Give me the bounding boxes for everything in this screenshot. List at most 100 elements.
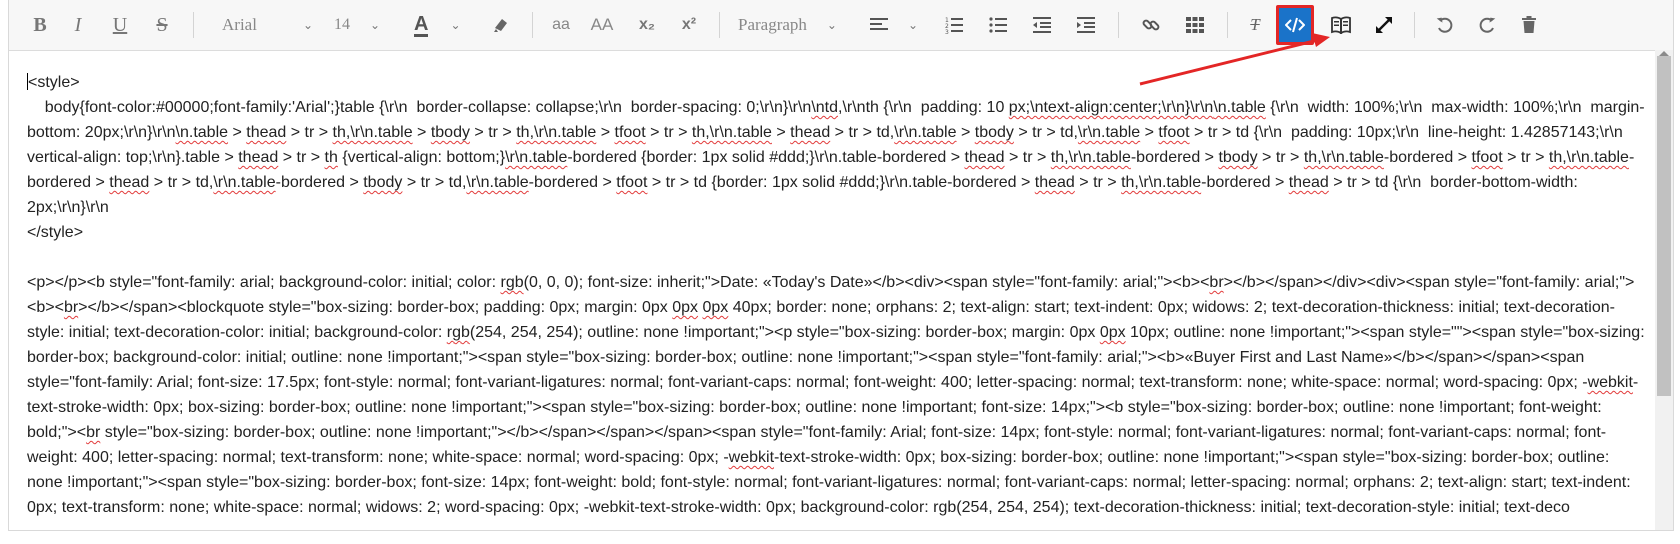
editor-toolbar: B I U S Arial ⌄ 14 ⌄ A ⌄ aa AA x₂ x² Par… bbox=[9, 0, 1673, 51]
table-icon bbox=[1186, 17, 1204, 33]
link-button[interactable] bbox=[1129, 7, 1173, 43]
toolbar-divider bbox=[532, 12, 533, 38]
code-text: (0, 0, 0); font-size: inherit;">Date: «T… bbox=[523, 274, 1210, 291]
rich-text-editor: B I U S Arial ⌄ 14 ⌄ A ⌄ aa AA x₂ x² Par… bbox=[8, 0, 1674, 531]
ordered-list-button[interactable]: 123 bbox=[932, 7, 976, 43]
chevron-down-icon: ⌄ bbox=[370, 18, 381, 32]
font-size-select[interactable]: 14 ⌄ bbox=[316, 7, 398, 43]
superscript-button[interactable]: x² bbox=[669, 7, 709, 43]
code-text: -bordered > bbox=[528, 174, 617, 191]
link-icon bbox=[1142, 19, 1160, 31]
spellcheck-word: thead bbox=[1034, 174, 1075, 191]
clear-format-icon: T bbox=[1250, 15, 1260, 34]
redo-icon bbox=[1479, 17, 1496, 33]
vertical-scrollbar[interactable] bbox=[1655, 50, 1673, 530]
outdent-button[interactable] bbox=[1020, 7, 1064, 43]
spellcheck-word: br bbox=[63, 299, 79, 316]
chevron-down-icon: ⌄ bbox=[302, 18, 313, 32]
spellcheck-word: th,\r\n.table bbox=[1548, 149, 1629, 166]
style-open-tag: <style> bbox=[27, 70, 1645, 95]
font-size-value: 14 bbox=[334, 16, 350, 33]
fullscreen-button[interactable] bbox=[1364, 7, 1404, 43]
spellcheck-word: 0px bbox=[1099, 324, 1126, 341]
italic-button[interactable]: I bbox=[57, 7, 99, 43]
spellcheck-word: th,\r\n.table bbox=[1303, 149, 1384, 166]
spellcheck-word: tfoot bbox=[616, 174, 648, 191]
code-text: body{font-color:#00000;font-family:'Aria… bbox=[27, 99, 812, 116]
code-text: > bbox=[228, 124, 247, 141]
spellcheck-word: rgb bbox=[446, 324, 470, 341]
font-color-button[interactable]: A ⌄ bbox=[398, 7, 480, 43]
spellcheck-word: tbody bbox=[363, 174, 403, 191]
spellcheck-word: br bbox=[1209, 274, 1224, 291]
code-view-button[interactable] bbox=[1276, 5, 1314, 45]
font-family-select[interactable]: Arial ⌄ bbox=[204, 7, 316, 43]
spellcheck-word: th,\r\n.table bbox=[516, 124, 597, 141]
spellcheck-word: br bbox=[86, 424, 101, 441]
spellcheck-word: \r\n.table bbox=[466, 174, 529, 191]
code-text: > tr > td, bbox=[1013, 124, 1078, 141]
table-button[interactable] bbox=[1173, 7, 1217, 43]
highlight-button[interactable] bbox=[480, 7, 522, 43]
code-text: -bordered > bbox=[1383, 149, 1472, 166]
code-text: > tr > bbox=[1257, 149, 1304, 166]
font-color-icon: A bbox=[414, 12, 429, 37]
font-family-value: Arial bbox=[222, 15, 257, 34]
spellcheck-word: thead bbox=[964, 149, 1005, 166]
code-view-content[interactable]: <style> body{font-color:#00000;font-fami… bbox=[27, 70, 1645, 530]
preview-button[interactable] bbox=[1318, 7, 1364, 43]
code-text: > bbox=[1140, 124, 1159, 141]
spellcheck-word: 0px bbox=[702, 299, 729, 316]
spellcheck-word: \n.table bbox=[1213, 99, 1266, 116]
code-text: -bordered > bbox=[1130, 149, 1219, 166]
spellcheck-word: rgb bbox=[500, 274, 524, 291]
uppercase-button[interactable]: AA bbox=[579, 7, 625, 43]
code-text: ,\r\nth {\r\n padding: 10 bbox=[838, 99, 1009, 116]
spellcheck-word: \r\n.table bbox=[894, 124, 957, 141]
outdent-icon bbox=[1033, 17, 1051, 33]
spellcheck-word: thead bbox=[238, 149, 279, 166]
code-text: > tr > bbox=[278, 149, 325, 166]
ordered-list-icon: 123 bbox=[945, 17, 963, 34]
code-text: <p></p><b style="font-family: arial; bac… bbox=[27, 274, 501, 291]
redo-button[interactable] bbox=[1465, 7, 1509, 43]
clear-format-button[interactable]: T bbox=[1238, 7, 1272, 43]
code-text: > bbox=[956, 124, 975, 141]
spellcheck-word: tfoot bbox=[1158, 124, 1190, 141]
chevron-down-icon: ⌄ bbox=[908, 18, 919, 32]
code-text: > bbox=[771, 124, 791, 141]
subscript-button[interactable]: x₂ bbox=[625, 7, 669, 43]
strikethrough-button[interactable]: S bbox=[141, 7, 183, 43]
spellcheck-word: thead bbox=[109, 174, 150, 191]
code-text: -bordered > bbox=[275, 174, 364, 191]
code-text: {vertical-align: bottom;} bbox=[337, 149, 506, 166]
delete-button[interactable] bbox=[1509, 7, 1549, 43]
code-text: > tr > bbox=[645, 124, 692, 141]
highlight-icon bbox=[494, 19, 507, 32]
code-text: > bbox=[596, 124, 615, 141]
scrollbar-thumb[interactable] bbox=[1657, 56, 1671, 396]
code-text: > tr > bbox=[1004, 149, 1051, 166]
toolbar-divider bbox=[719, 12, 720, 38]
unordered-list-button[interactable] bbox=[976, 7, 1020, 43]
bold-button[interactable]: B bbox=[23, 7, 57, 43]
code-text: > tr > bbox=[1074, 174, 1122, 191]
paragraph-format-value: Paragraph bbox=[738, 15, 807, 34]
paragraph-format-select[interactable]: Paragraph ⌄ bbox=[730, 7, 862, 43]
spellcheck-word: px;\ntext-align:center;\r\n}\r\n bbox=[1008, 99, 1214, 116]
underline-button[interactable]: U bbox=[99, 7, 141, 43]
undo-button[interactable] bbox=[1425, 7, 1465, 43]
spellcheck-word: th bbox=[324, 149, 338, 166]
code-text: > tr > bbox=[1502, 149, 1549, 166]
spellcheck-word: \r\n.table bbox=[213, 174, 276, 191]
align-button[interactable]: ⌄ bbox=[862, 7, 932, 43]
lowercase-button[interactable]: aa bbox=[543, 7, 579, 43]
spellcheck-word: th,\r\n.table bbox=[1121, 174, 1202, 191]
svg-text:3: 3 bbox=[945, 29, 949, 34]
code-text: -bordered > bbox=[1201, 174, 1289, 191]
indent-button[interactable] bbox=[1064, 7, 1108, 43]
spellcheck-word: \r\n.table bbox=[505, 149, 568, 166]
spellcheck-word: tfoot bbox=[614, 124, 646, 141]
fullscreen-icon bbox=[1376, 17, 1392, 33]
style-close-tag: </style> bbox=[27, 224, 84, 241]
